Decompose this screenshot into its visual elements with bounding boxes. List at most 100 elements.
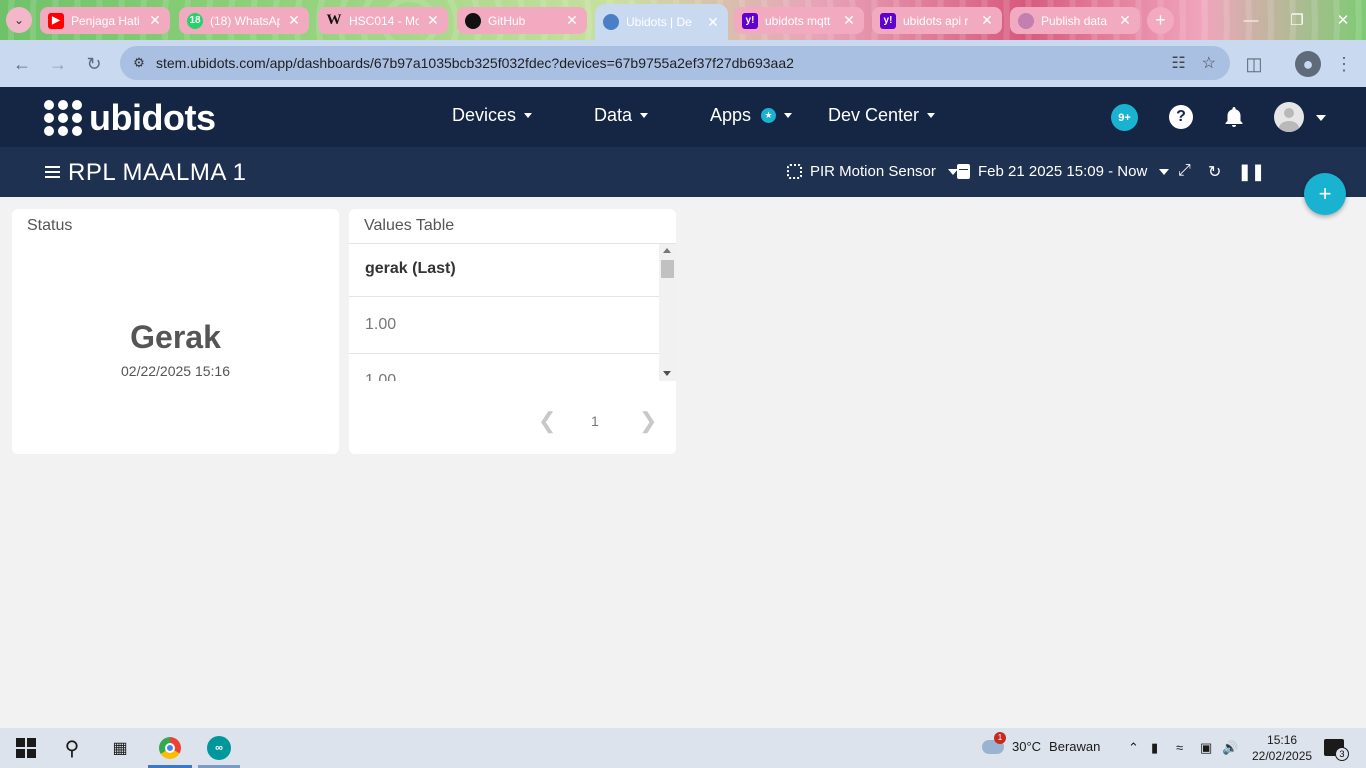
scroll-down-icon[interactable] [663, 371, 671, 376]
close-icon[interactable]: ✕ [842, 12, 856, 29]
caret-down-icon [1159, 168, 1170, 175]
nav-apps[interactable]: Apps ★ [710, 105, 793, 126]
tab-title: HSC014 - Mo [349, 13, 419, 28]
windows-taskbar: ⚲ ▦ ∞ 1 30°C Berawan ⌃ ▮ ≈ ▣ 🔊 15:16 22/… [0, 728, 1366, 768]
app-header: ubidots Devices Data Apps ★ Dev Center 9+… [0, 87, 1366, 147]
chevron-down-icon: ⌄ [13, 13, 25, 27]
forward-button[interactable]: → [46, 52, 70, 76]
taskbar-arduino[interactable]: ∞ [207, 736, 231, 760]
browser-tab-active[interactable]: Ubidots | De ✕ [595, 4, 728, 40]
help-icon[interactable]: ? [1169, 105, 1193, 129]
scrollbar-thumb[interactable] [661, 260, 674, 278]
site-info-icon[interactable]: ⚙ [130, 54, 148, 72]
dashboard-title[interactable]: RPL MAALMA 1 [68, 159, 247, 187]
taskbar-chrome[interactable] [158, 736, 182, 760]
status-widget: Status Gerak 02/22/2025 15:16 [12, 209, 339, 454]
tab-title: Publish data [1041, 13, 1108, 28]
close-icon[interactable]: ✕ [148, 12, 162, 29]
meet-icon[interactable]: ▣ [1200, 740, 1212, 756]
url-text: stem.ubidots.com/app/dashboards/67b97a10… [156, 55, 794, 71]
start-button[interactable] [14, 736, 38, 760]
browser-tab[interactable]: GitHub ✕ [457, 7, 587, 34]
close-icon[interactable]: ✕ [1118, 12, 1132, 29]
battery-icon[interactable]: ▮ [1151, 740, 1158, 756]
nav-label: Apps [710, 105, 752, 125]
clock-date: 22/02/2025 [1252, 749, 1313, 763]
restore-button[interactable]: ❐ [1274, 6, 1320, 34]
browser-tab[interactable]: 18 (18) WhatsApp ✕ [179, 7, 309, 34]
weather-widget[interactable]: 1 30°C Berawan [982, 731, 1100, 754]
ubidots-icon [603, 14, 619, 30]
close-icon[interactable]: ✕ [426, 12, 440, 29]
search-button[interactable]: ⚲ [60, 736, 84, 760]
close-icon[interactable]: ✕ [565, 12, 579, 29]
close-icon[interactable]: ✕ [287, 12, 301, 29]
nav-label: Dev Center [828, 105, 920, 125]
system-clock[interactable]: 15:16 22/02/2025 [1252, 732, 1312, 764]
minimize-button[interactable]: — [1228, 6, 1274, 34]
nav-devices[interactable]: Devices [452, 105, 533, 126]
translate-icon[interactable]: ☷ [1171, 53, 1185, 73]
close-icon[interactable]: ✕ [706, 14, 720, 31]
browser-tab[interactable]: y! ubidots api r ✕ [872, 7, 1002, 34]
browser-menu-button[interactable]: ⋮ [1332, 52, 1356, 76]
scroll-up-icon[interactable] [663, 248, 671, 253]
wifi-icon[interactable]: ≈ [1176, 740, 1183, 755]
status-timestamp: 02/22/2025 15:16 [121, 363, 230, 379]
refresh-icon[interactable]: ↻ [1208, 162, 1221, 182]
tab-title: Penjaga Hati [71, 13, 140, 28]
new-tab-button[interactable]: + [1147, 7, 1174, 34]
avatar[interactable] [1274, 102, 1304, 132]
chevron-up-icon[interactable]: ⌃ [1128, 740, 1139, 756]
caret-down-icon [784, 113, 793, 118]
profile-icon: ● [1302, 53, 1314, 74]
clock-time: 15:16 [1267, 733, 1298, 747]
tab-title: (18) WhatsApp [210, 13, 280, 28]
notifications-count-badge[interactable]: 9+ [1111, 104, 1138, 131]
browser-tab[interactable]: ▶ Penjaga Hati ✕ [40, 7, 170, 34]
star-icon[interactable]: ☆ [1202, 53, 1216, 73]
youtube-icon: ▶ [48, 12, 64, 29]
browser-tab[interactable]: W HSC014 - Mo ✕ [318, 7, 448, 34]
profile-button[interactable]: ● [1295, 51, 1321, 77]
chevron-left-icon[interactable]: ❮ [538, 408, 556, 434]
browser-tab[interactable]: y! ubidots mqtt ✕ [734, 7, 864, 34]
nav-data[interactable]: Data [594, 105, 649, 126]
arrow-right-icon: → [49, 53, 67, 74]
divider [349, 296, 659, 297]
reload-button[interactable]: ↻ [82, 52, 106, 76]
table-cell: 1.00 [365, 372, 397, 381]
back-button[interactable]: ← [10, 52, 34, 76]
ubidots-logo[interactable]: ubidots [44, 97, 216, 139]
values-table-widget: Values Table gerak (Last) 1.00 1.00 ❮ 1 … [349, 209, 676, 454]
github-icon [465, 12, 481, 29]
task-view-button[interactable]: ▦ [108, 736, 132, 760]
table-scrollbar[interactable] [659, 244, 676, 381]
logo-dots-icon [44, 100, 83, 136]
close-window-button[interactable]: ✕ [1320, 6, 1366, 34]
caret-down-icon[interactable] [1316, 115, 1326, 121]
chevron-right-icon[interactable]: ❯ [639, 408, 657, 434]
volume-icon[interactable]: 🔊 [1222, 740, 1238, 756]
fullscreen-icon[interactable]: ⤢ [1178, 162, 1191, 180]
bell-icon[interactable] [1222, 105, 1246, 129]
nav-dev-center[interactable]: Dev Center [828, 105, 936, 126]
arrow-left-icon: ← [13, 53, 31, 74]
close-icon[interactable]: ✕ [980, 12, 994, 29]
browser-tab[interactable]: Publish data ✕ [1010, 7, 1140, 34]
pause-icon[interactable]: ❚❚ [1238, 162, 1265, 182]
tab-search-button[interactable]: ⌄ [6, 7, 32, 33]
tab-title: Ubidots | De [626, 15, 692, 29]
task-view-icon: ▦ [112, 740, 128, 757]
table-row-clip: 1.00 [349, 354, 659, 381]
address-bar[interactable]: ⚙ stem.ubidots.com/app/dashboards/67b97a… [120, 46, 1230, 80]
menu-icon[interactable] [45, 166, 60, 178]
extensions-button[interactable]: ◫ [1242, 52, 1266, 76]
ubidots-icon [1018, 12, 1034, 29]
add-widget-button[interactable]: + [1304, 173, 1346, 215]
caret-down-icon [640, 113, 649, 118]
page-number[interactable]: 1 [591, 413, 599, 429]
restore-icon: ❐ [1290, 12, 1304, 29]
device-selector[interactable]: PIR Motion Sensor [787, 163, 958, 180]
date-range-selector[interactable]: Feb 21 2025 15:09 - Now [957, 163, 1170, 180]
